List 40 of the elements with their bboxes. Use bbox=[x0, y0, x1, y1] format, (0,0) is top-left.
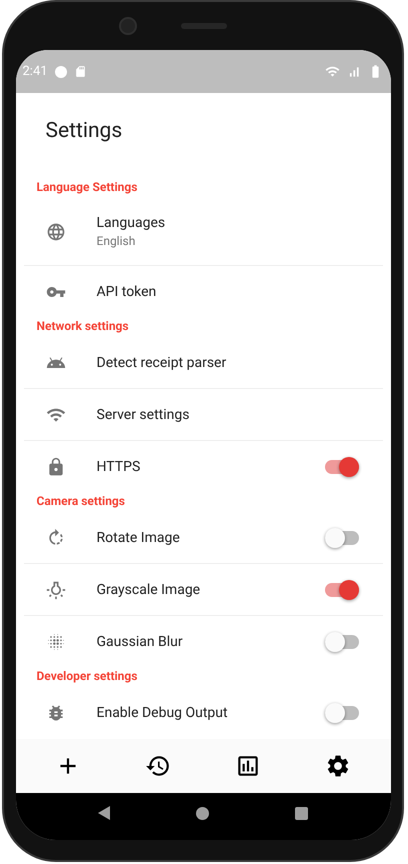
settings-item[interactable]: Server settings bbox=[24, 389, 382, 442]
section-header: Language Settings bbox=[36, 179, 138, 196]
notification-icon bbox=[54, 66, 67, 78]
globe-icon bbox=[46, 222, 66, 242]
settings-item[interactable]: API token bbox=[24, 266, 382, 318]
section-header: Camera settings bbox=[36, 493, 126, 510]
item-title: Server settings bbox=[96, 406, 190, 423]
toggle-switch[interactable] bbox=[324, 582, 358, 597]
front-camera bbox=[119, 17, 137, 35]
settings-item[interactable]: Gaussian Blur bbox=[24, 616, 382, 668]
toggle-switch[interactable] bbox=[324, 530, 358, 545]
section-header: Network settings bbox=[36, 318, 130, 336]
settings-item[interactable]: Rotate Image bbox=[24, 512, 382, 564]
section-header: Developer settings bbox=[36, 668, 138, 686]
sd-card-icon bbox=[74, 65, 87, 78]
settings-item[interactable]: Grayscale Image bbox=[24, 564, 382, 616]
back-button[interactable] bbox=[98, 806, 110, 820]
item-subtitle: English bbox=[96, 234, 136, 248]
home-button[interactable] bbox=[196, 806, 209, 820]
item-title: Grayscale Image bbox=[96, 582, 202, 598]
item-title: API token bbox=[96, 284, 158, 300]
settings-item[interactable]: Enable Debug Output bbox=[24, 687, 382, 740]
item-title: HTTPS bbox=[96, 458, 142, 475]
status-time: 2:41 bbox=[22, 64, 48, 80]
settings-item[interactable]: HTTPS bbox=[24, 441, 382, 494]
settings-item[interactable]: Languages English bbox=[24, 198, 382, 266]
settings-item[interactable]: Detect receipt parser bbox=[24, 337, 382, 390]
toggle-switch[interactable] bbox=[324, 634, 358, 649]
page-title: Settings bbox=[44, 118, 124, 146]
item-title: Gaussian Blur bbox=[96, 634, 184, 650]
blur-icon bbox=[46, 632, 66, 652]
toggle-switch[interactable] bbox=[324, 706, 358, 720]
recents-button[interactable] bbox=[294, 806, 308, 820]
light-bulb-icon bbox=[46, 580, 66, 600]
wifi-icon bbox=[324, 64, 340, 80]
toggle-switch[interactable] bbox=[324, 460, 358, 474]
item-title: Rotate Image bbox=[96, 530, 181, 546]
item-title: Detect receipt parser bbox=[96, 354, 228, 371]
item-title: Enable Debug Output bbox=[96, 704, 229, 721]
item-title: Languages bbox=[96, 215, 166, 232]
